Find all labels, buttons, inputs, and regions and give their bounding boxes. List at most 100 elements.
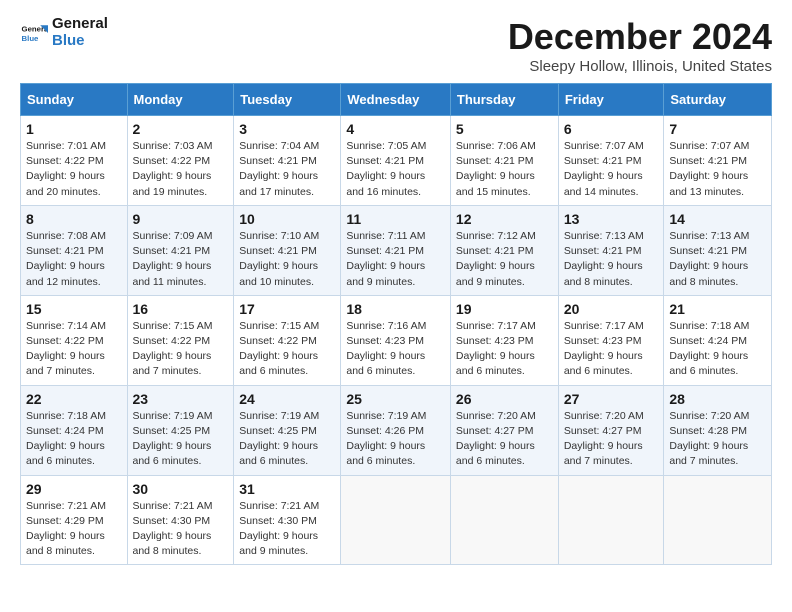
day-detail: Sunrise: 7:18 AMSunset: 4:24 PMDaylight:…: [26, 409, 122, 470]
day-detail: Sunrise: 7:20 AMSunset: 4:27 PMDaylight:…: [564, 409, 659, 470]
day-detail: Sunrise: 7:21 AMSunset: 4:30 PMDaylight:…: [239, 499, 335, 560]
day-number: 20: [564, 301, 659, 317]
calendar-week-2: 8 Sunrise: 7:08 AMSunset: 4:21 PMDaylight…: [21, 205, 772, 295]
calendar-cell: 27 Sunrise: 7:20 AMSunset: 4:27 PMDayligh…: [558, 385, 664, 475]
day-number: 28: [669, 391, 766, 407]
day-number: 16: [133, 301, 229, 317]
day-number: 7: [669, 121, 766, 137]
day-detail: Sunrise: 7:20 AMSunset: 4:27 PMDaylight:…: [456, 409, 553, 470]
day-number: 29: [26, 481, 122, 497]
location: Sleepy Hollow, Illinois, United States: [508, 58, 772, 75]
calendar-cell: 7 Sunrise: 7:07 AMSunset: 4:21 PMDaylight…: [664, 116, 772, 206]
day-detail: Sunrise: 7:16 AMSunset: 4:23 PMDaylight:…: [346, 319, 445, 380]
day-number: 6: [564, 121, 659, 137]
calendar-week-1: 1 Sunrise: 7:01 AMSunset: 4:22 PMDaylight…: [21, 116, 772, 206]
calendar-cell: 30Sunrise: 7:21 AMSunset: 4:30 PMDayligh…: [127, 475, 234, 565]
day-header-tuesday: Tuesday: [234, 84, 341, 116]
day-detail: Sunrise: 7:20 AMSunset: 4:28 PMDaylight:…: [669, 409, 766, 470]
calendar-cell: 4 Sunrise: 7:05 AMSunset: 4:21 PMDaylight…: [341, 116, 451, 206]
calendar-cell: 12Sunrise: 7:12 AMSunset: 4:21 PMDayligh…: [450, 205, 558, 295]
day-detail: Sunrise: 7:19 AMSunset: 4:26 PMDaylight:…: [346, 409, 445, 470]
day-header-saturday: Saturday: [664, 84, 772, 116]
calendar-cell: 24 Sunrise: 7:19 AMSunset: 4:25 PMDayligh…: [234, 385, 341, 475]
title-block: December 2024 Sleepy Hollow, Illinois, U…: [508, 16, 772, 75]
day-header-monday: Monday: [127, 84, 234, 116]
day-number: 24: [239, 391, 335, 407]
calendar-cell: [558, 475, 664, 565]
day-detail: Sunrise: 7:10 AMSunset: 4:21 PMDaylight:…: [239, 229, 335, 290]
calendar-cell: [450, 475, 558, 565]
calendar-cell: 1 Sunrise: 7:01 AMSunset: 4:22 PMDaylight…: [21, 116, 128, 206]
page-header: General Blue General Blue December 2024 …: [20, 16, 772, 75]
day-number: 30: [133, 481, 229, 497]
logo-line1: General: [52, 16, 108, 33]
calendar-cell: 25 Sunrise: 7:19 AMSunset: 4:26 PMDayligh…: [341, 385, 451, 475]
day-number: 4: [346, 121, 445, 137]
calendar-cell: [664, 475, 772, 565]
calendar-cell: 11Sunrise: 7:11 AMSunset: 4:21 PMDayligh…: [341, 205, 451, 295]
svg-text:Blue: Blue: [22, 33, 40, 42]
day-number: 5: [456, 121, 553, 137]
day-number: 17: [239, 301, 335, 317]
calendar-cell: 5 Sunrise: 7:06 AMSunset: 4:21 PMDaylight…: [450, 116, 558, 206]
calendar-cell: 23 Sunrise: 7:19 AMSunset: 4:25 PMDayligh…: [127, 385, 234, 475]
calendar-cell: 15 Sunrise: 7:14 AMSunset: 4:22 PMDayligh…: [21, 295, 128, 385]
calendar-cell: 21 Sunrise: 7:18 AMSunset: 4:24 PMDayligh…: [664, 295, 772, 385]
day-number: 1: [26, 121, 122, 137]
day-detail: Sunrise: 7:06 AMSunset: 4:21 PMDaylight:…: [456, 139, 553, 200]
day-detail: Sunrise: 7:07 AMSunset: 4:21 PMDaylight:…: [669, 139, 766, 200]
calendar-cell: 19Sunrise: 7:17 AMSunset: 4:23 PMDayligh…: [450, 295, 558, 385]
day-number: 11: [346, 211, 445, 227]
day-detail: Sunrise: 7:21 AMSunset: 4:29 PMDaylight:…: [26, 499, 122, 560]
calendar-cell: 8 Sunrise: 7:08 AMSunset: 4:21 PMDaylight…: [21, 205, 128, 295]
day-number: 21: [669, 301, 766, 317]
calendar-cell: 3 Sunrise: 7:04 AMSunset: 4:21 PMDaylight…: [234, 116, 341, 206]
calendar-cell: [341, 475, 451, 565]
day-number: 23: [133, 391, 229, 407]
day-detail: Sunrise: 7:17 AMSunset: 4:23 PMDaylight:…: [564, 319, 659, 380]
day-detail: Sunrise: 7:14 AMSunset: 4:22 PMDaylight:…: [26, 319, 122, 380]
day-header-sunday: Sunday: [21, 84, 128, 116]
day-number: 8: [26, 211, 122, 227]
day-header-wednesday: Wednesday: [341, 84, 451, 116]
day-detail: Sunrise: 7:18 AMSunset: 4:24 PMDaylight:…: [669, 319, 766, 380]
day-detail: Sunrise: 7:01 AMSunset: 4:22 PMDaylight:…: [26, 139, 122, 200]
day-detail: Sunrise: 7:08 AMSunset: 4:21 PMDaylight:…: [26, 229, 122, 290]
day-detail: Sunrise: 7:04 AMSunset: 4:21 PMDaylight:…: [239, 139, 335, 200]
day-number: 18: [346, 301, 445, 317]
day-header-thursday: Thursday: [450, 84, 558, 116]
day-number: 12: [456, 211, 553, 227]
day-number: 3: [239, 121, 335, 137]
logo: General Blue General Blue: [20, 16, 108, 49]
month-title: December 2024: [508, 16, 772, 58]
day-detail: Sunrise: 7:19 AMSunset: 4:25 PMDaylight:…: [239, 409, 335, 470]
day-detail: Sunrise: 7:05 AMSunset: 4:21 PMDaylight:…: [346, 139, 445, 200]
day-number: 22: [26, 391, 122, 407]
calendar-cell: 28 Sunrise: 7:20 AMSunset: 4:28 PMDayligh…: [664, 385, 772, 475]
calendar-cell: 16Sunrise: 7:15 AMSunset: 4:22 PMDayligh…: [127, 295, 234, 385]
day-number: 25: [346, 391, 445, 407]
calendar-week-5: 29 Sunrise: 7:21 AMSunset: 4:29 PMDayligh…: [21, 475, 772, 565]
calendar-cell: 6 Sunrise: 7:07 AMSunset: 4:21 PMDaylight…: [558, 116, 664, 206]
logo-line2: Blue: [52, 33, 108, 50]
calendar-cell: 29 Sunrise: 7:21 AMSunset: 4:29 PMDayligh…: [21, 475, 128, 565]
calendar-cell: 17Sunrise: 7:15 AMSunset: 4:22 PMDayligh…: [234, 295, 341, 385]
calendar-header: SundayMondayTuesdayWednesdayThursdayFrid…: [21, 84, 772, 116]
day-number: 27: [564, 391, 659, 407]
day-number: 10: [239, 211, 335, 227]
day-number: 19: [456, 301, 553, 317]
logo-icon: General Blue: [20, 19, 48, 47]
day-number: 26: [456, 391, 553, 407]
calendar-cell: 9Sunrise: 7:09 AMSunset: 4:21 PMDaylight…: [127, 205, 234, 295]
day-number: 2: [133, 121, 229, 137]
day-detail: Sunrise: 7:19 AMSunset: 4:25 PMDaylight:…: [133, 409, 229, 470]
day-detail: Sunrise: 7:07 AMSunset: 4:21 PMDaylight:…: [564, 139, 659, 200]
calendar-cell: 20 Sunrise: 7:17 AMSunset: 4:23 PMDayligh…: [558, 295, 664, 385]
calendar-cell: 13Sunrise: 7:13 AMSunset: 4:21 PMDayligh…: [558, 205, 664, 295]
calendar-cell: 10 Sunrise: 7:10 AMSunset: 4:21 PMDayligh…: [234, 205, 341, 295]
day-number: 15: [26, 301, 122, 317]
calendar-cell: 18 Sunrise: 7:16 AMSunset: 4:23 PMDayligh…: [341, 295, 451, 385]
day-number: 31: [239, 481, 335, 497]
day-number: 9: [133, 211, 229, 227]
day-number: 13: [564, 211, 659, 227]
